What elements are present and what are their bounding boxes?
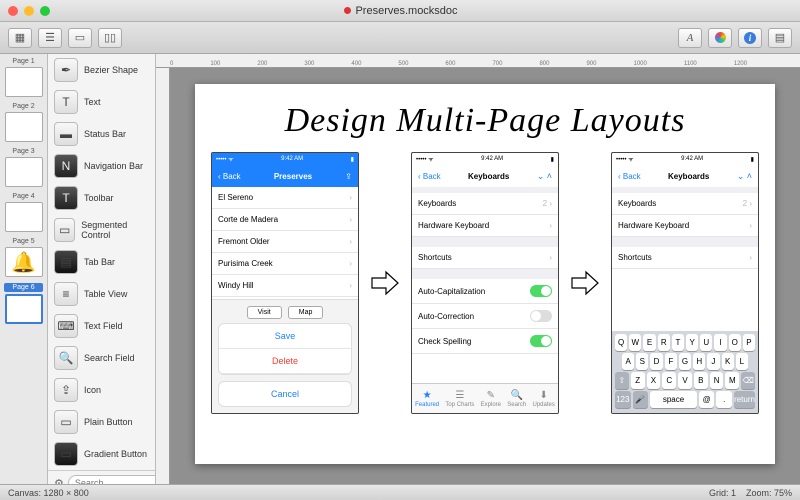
vertical-ruler (156, 68, 170, 484)
arrow-icon (370, 268, 400, 298)
page-thumb[interactable]: Page 5🔔 (4, 238, 43, 277)
window-title: Preserves.mocksdoc (50, 5, 752, 17)
document-modified-icon (344, 7, 351, 14)
toolbar-chart-button[interactable]: ▯▯ (98, 28, 122, 48)
shape-item[interactable]: ▭Segmented Control (48, 214, 155, 246)
close-icon[interactable] (8, 6, 18, 16)
status-grid: Grid: 1 (709, 488, 736, 498)
toolbar-font-button[interactable]: A (678, 28, 702, 48)
zoom-icon[interactable] (40, 6, 50, 16)
toolbar-info-button[interactable]: i (738, 28, 762, 48)
toolbar-inspector-button[interactable]: ▤ (768, 28, 792, 48)
shape-item[interactable]: ▤Tab Bar (48, 246, 155, 278)
shape-item[interactable]: ✒Bezier Shape (48, 54, 155, 86)
shape-item[interactable]: TText (48, 86, 155, 118)
shape-item[interactable]: ⇪Icon (48, 374, 155, 406)
shape-item[interactable]: ▬Status Bar (48, 118, 155, 150)
toolbar-pages-button[interactable]: ▦ (8, 28, 32, 48)
window-title-text: Preserves.mocksdoc (355, 5, 457, 17)
page-thumb[interactable]: Page 6 (4, 283, 43, 324)
shape-item[interactable]: NNavigation Bar (48, 150, 155, 182)
shape-item[interactable]: ≡Table View (48, 278, 155, 310)
shape-item[interactable]: TToolbar (48, 182, 155, 214)
toolbar-toggle-button[interactable]: ☰ (38, 28, 62, 48)
page-thumb[interactable]: Page 2 (4, 103, 43, 142)
shape-item[interactable]: ▭Gradient Button (48, 438, 155, 470)
mockup-phone-3: ••••• ᯤ9:42 AM▮‹ BackKeyboards⌄ ˄Keyboar… (611, 152, 759, 414)
page-thumb[interactable]: Page 1 (4, 58, 43, 97)
headline-text: Design Multi-Page Layouts (211, 102, 759, 140)
shape-item[interactable]: 🔍Search Field (48, 342, 155, 374)
shape-item[interactable]: ⌨Text Field (48, 310, 155, 342)
page-thumb[interactable]: Page 4 (4, 193, 43, 232)
toolbar-align-button[interactable]: ▭ (68, 28, 92, 48)
gear-icon[interactable]: ⚙ (54, 477, 64, 485)
status-zoom[interactable]: Zoom: 75% (746, 488, 792, 498)
horizontal-ruler: 0100200300400500600700800900100011001200 (156, 54, 800, 68)
mockup-phone-2: ••••• ᯤ9:42 AM▮‹ BackKeyboards⌄ ˄Keyboar… (411, 152, 559, 414)
toolbar-color-button[interactable] (708, 28, 732, 48)
canvas-artboard[interactable]: Design Multi-Page Layouts ••••• ᯤ9:42 AM… (170, 68, 800, 484)
window-controls[interactable] (8, 6, 50, 16)
page-canvas: Design Multi-Page Layouts ••••• ᯤ9:42 AM… (195, 84, 775, 464)
page-thumb[interactable]: Page 3 (4, 148, 43, 187)
palette-icon (715, 32, 726, 43)
status-canvas-size: Canvas: 1280 × 800 (8, 488, 89, 498)
info-icon: i (744, 32, 756, 44)
shape-item[interactable]: ▭Plain Button (48, 406, 155, 438)
shape-library: ✒Bezier ShapeTText▬Status BarNNavigation… (48, 54, 156, 484)
search-input[interactable] (68, 475, 156, 484)
minimize-icon[interactable] (24, 6, 34, 16)
page-thumbnails: Page 1 Page 2 Page 3 Page 4 Page 5🔔 Page 6 (0, 54, 48, 484)
mockup-phone-1: ••••• ᯤ9:42 AM▮‹ BackPreserves⇪El Sereno… (211, 152, 359, 414)
arrow-icon (570, 268, 600, 298)
